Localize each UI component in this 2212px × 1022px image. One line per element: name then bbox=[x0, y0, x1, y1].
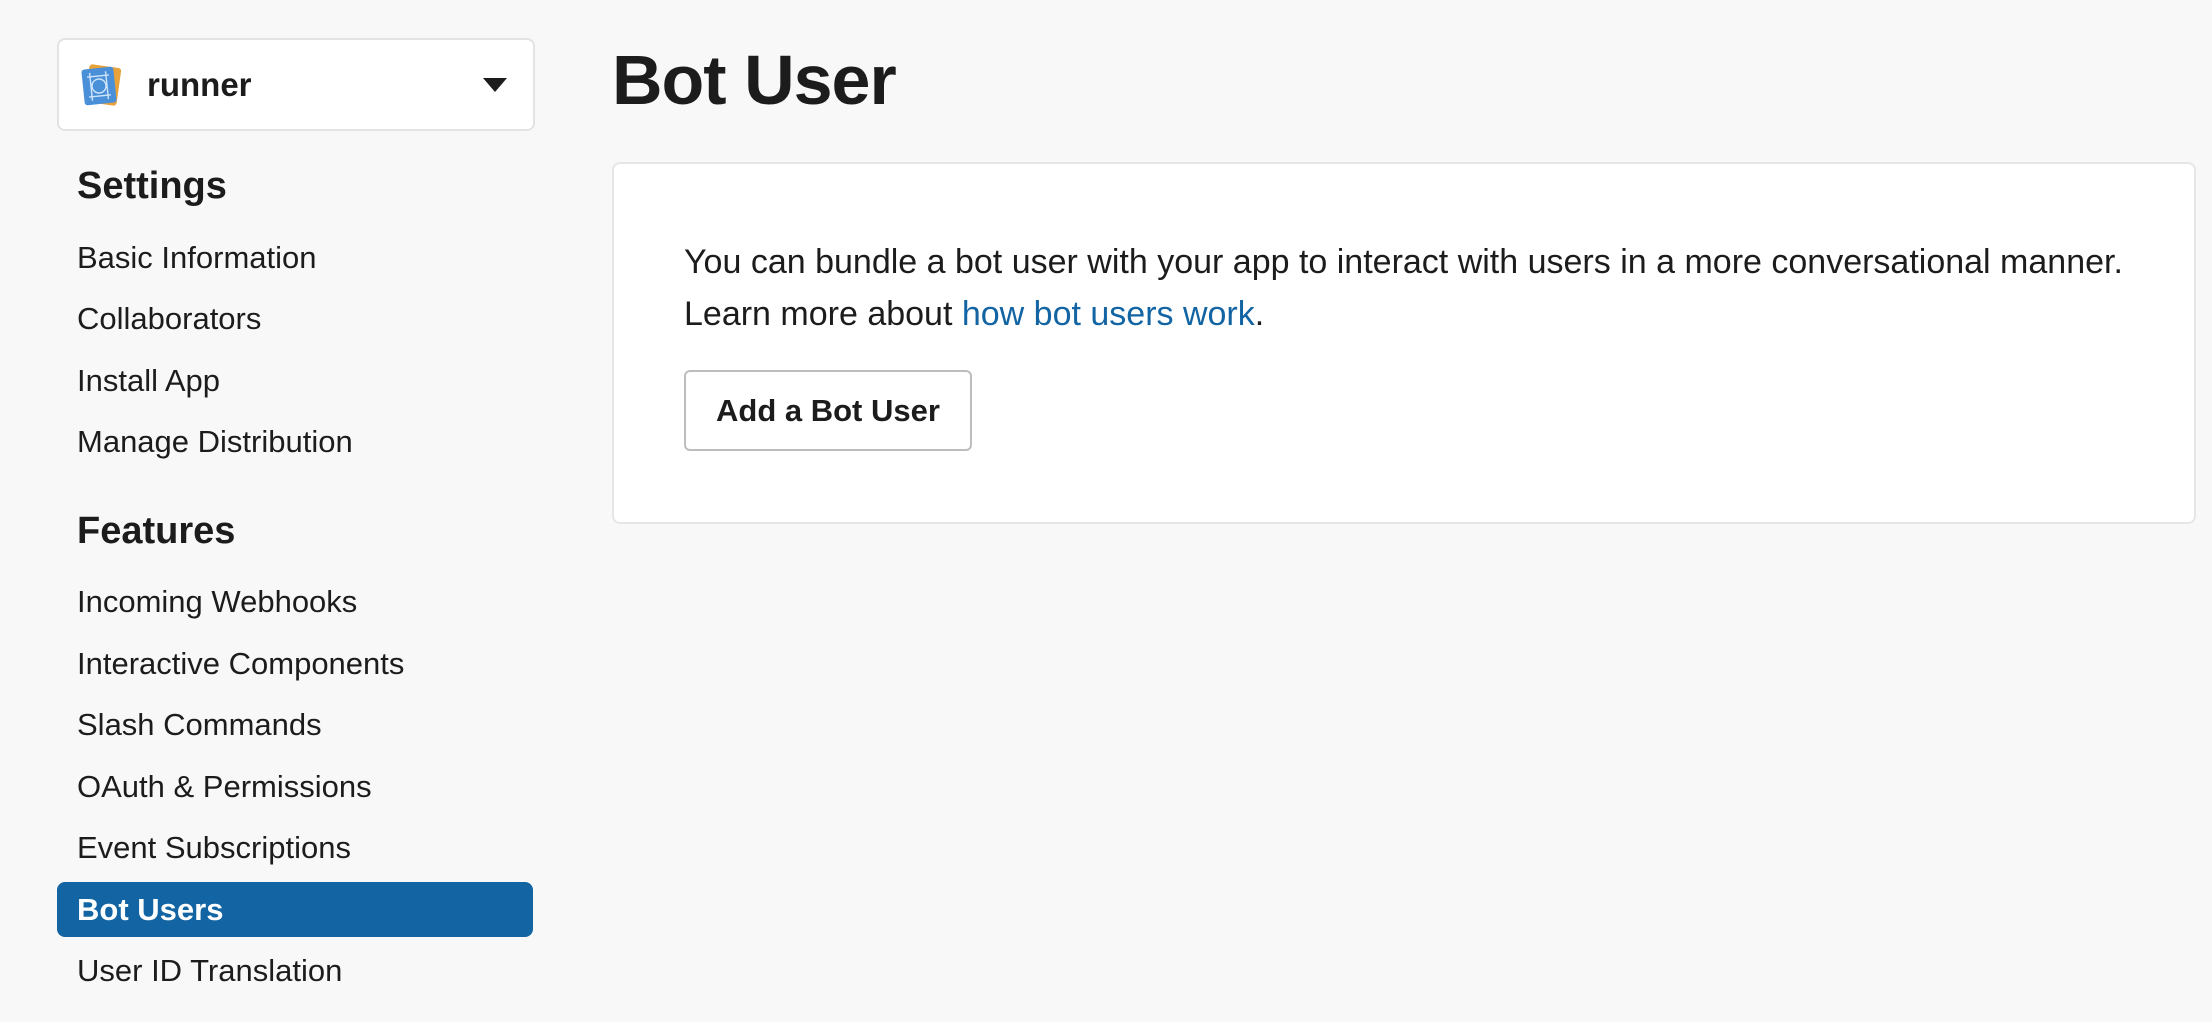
sidebar-item-manage-distribution[interactable]: Manage Distribution bbox=[57, 415, 533, 470]
features-heading: Features bbox=[77, 509, 236, 552]
app-switcher[interactable]: runner bbox=[57, 38, 535, 131]
sidebar: runner Settings Basic Information Collab… bbox=[57, 38, 535, 1005]
description-suffix: . bbox=[1254, 295, 1265, 333]
sidebar-item-bot-users[interactable]: Bot Users bbox=[57, 882, 533, 937]
bot-user-card: You can bundle a bot user with your app … bbox=[612, 162, 2196, 524]
sidebar-item-basic-information[interactable]: Basic Information bbox=[57, 230, 533, 285]
sidebar-item-incoming-webhooks[interactable]: Incoming Webhooks bbox=[57, 575, 533, 630]
sidebar-item-slash-commands[interactable]: Slash Commands bbox=[57, 698, 533, 753]
sidebar-item-oauth-permissions[interactable]: OAuth & Permissions bbox=[57, 759, 533, 814]
app-name: runner bbox=[147, 65, 252, 103]
sidebar-item-user-id-translation[interactable]: User ID Translation bbox=[57, 944, 533, 999]
app-settings-page: runner Settings Basic Information Collab… bbox=[0, 0, 2212, 1022]
sidebar-item-install-app[interactable]: Install App bbox=[57, 353, 533, 408]
sidebar-item-interactive-components[interactable]: Interactive Components bbox=[57, 636, 533, 691]
settings-nav: Basic Information Collaborators Install … bbox=[57, 230, 535, 470]
page-title: Bot User bbox=[612, 41, 897, 119]
features-nav: Incoming Webhooks Interactive Components… bbox=[57, 575, 535, 999]
blueprint-app-icon bbox=[81, 63, 122, 106]
settings-heading: Settings bbox=[77, 165, 227, 207]
chevron-down-icon bbox=[483, 77, 507, 92]
sidebar-item-collaborators[interactable]: Collaborators bbox=[57, 292, 533, 347]
sidebar-item-event-subscriptions[interactable]: Event Subscriptions bbox=[57, 821, 533, 876]
how-bot-users-work-link[interactable]: how bot users work bbox=[962, 295, 1255, 333]
add-bot-user-button[interactable]: Add a Bot User bbox=[684, 370, 972, 451]
bot-user-description: You can bundle a bot user with your app … bbox=[684, 236, 2124, 340]
description-text: You can bundle a bot user with your app … bbox=[684, 243, 2123, 333]
